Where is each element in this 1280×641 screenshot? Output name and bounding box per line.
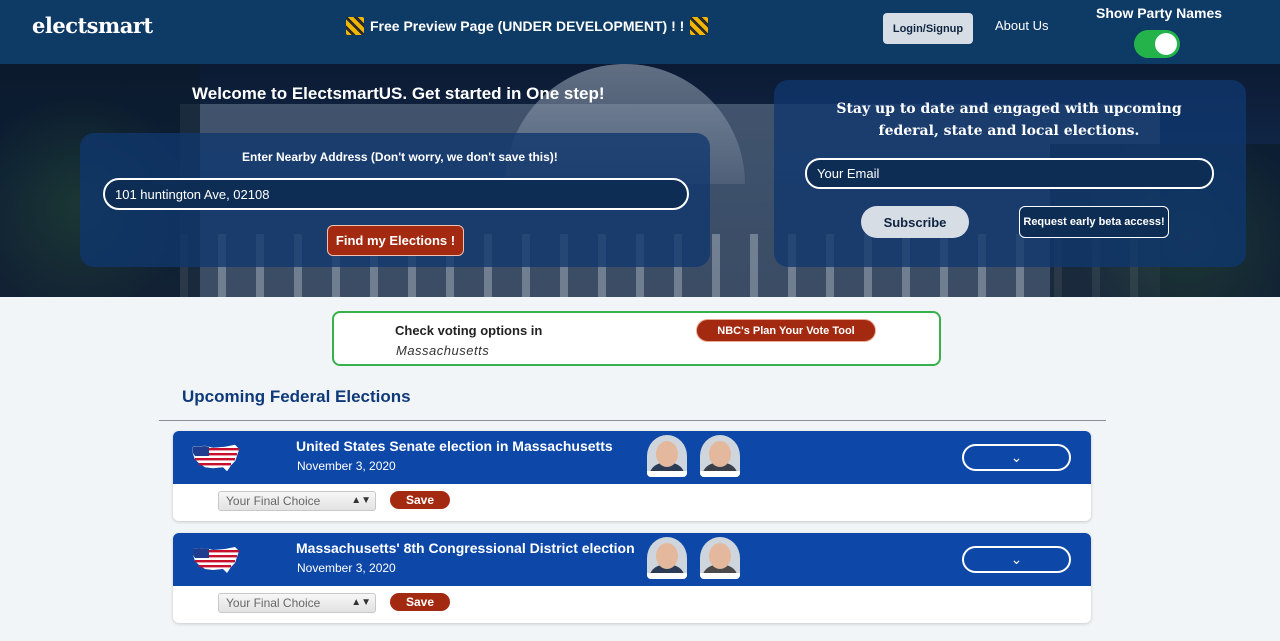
select-arrows-icon: ▲▼ (351, 597, 371, 608)
candidate-avatar[interactable] (700, 537, 740, 579)
avatar-face (656, 441, 678, 467)
save-choice-button[interactable]: Save (390, 593, 450, 611)
election-title: United States Senate election in Massach… (296, 438, 613, 454)
election-date: November 3, 2020 (297, 561, 396, 575)
candidate-avatar[interactable] (700, 435, 740, 477)
email-input[interactable] (805, 158, 1214, 189)
hazard-icon (346, 17, 364, 35)
voting-options-title: Check voting options in (395, 323, 543, 338)
login-signup-button[interactable]: Login/Signup (883, 13, 973, 44)
subscribe-text: Stay up to date and engaged with upcomin… (836, 101, 1182, 139)
preview-banner-text: Free Preview Page (UNDER DEVELOPMENT) ! … (370, 18, 685, 34)
us-map-flag-icon (193, 547, 239, 573)
save-choice-button[interactable]: Save (390, 491, 450, 509)
election-card-header[interactable]: Massachusetts' 8th Congressional Distric… (173, 533, 1091, 586)
subscribe-button[interactable]: Subscribe (861, 206, 969, 238)
select-arrows-icon: ▲▼ (351, 495, 371, 506)
request-beta-button[interactable]: Request early beta access! (1019, 206, 1169, 238)
show-party-names-toggle[interactable] (1134, 30, 1180, 58)
address-label: Enter Nearby Address (Don't worry, we do… (242, 150, 558, 164)
election-card: United States Senate election in Massach… (173, 431, 1091, 521)
final-choice-placeholder: Your Final Choice (226, 596, 321, 610)
election-date: November 3, 2020 (297, 459, 396, 473)
final-choice-placeholder: Your Final Choice (226, 494, 321, 508)
hazard-icon (690, 17, 709, 35)
avatar-base (700, 573, 740, 579)
expand-election-button[interactable]: ⌄ (962, 444, 1071, 471)
section-divider (159, 420, 1106, 421)
avatar-base (647, 471, 687, 477)
avatar-base (647, 573, 687, 579)
logo[interactable]: electsmart (32, 13, 153, 38)
preview-banner: Free Preview Page (UNDER DEVELOPMENT) ! … (346, 17, 709, 35)
section-title: Upcoming Federal Elections (182, 387, 411, 406)
find-elections-button[interactable]: Find my Elections ! (327, 225, 464, 256)
chevron-down-icon: ⌄ (1010, 551, 1023, 568)
election-card: Massachusetts' 8th Congressional Distric… (173, 533, 1091, 623)
avatar-face (656, 543, 678, 569)
candidate-avatar[interactable] (647, 537, 687, 579)
election-card-header[interactable]: United States Senate election in Massach… (173, 431, 1091, 484)
expand-election-button[interactable]: ⌄ (962, 546, 1071, 573)
show-party-names-label: Show Party Names (1096, 5, 1223, 21)
election-title: Massachusetts' 8th Congressional Distric… (296, 540, 635, 556)
nbc-plan-vote-button[interactable]: NBC's Plan Your Vote Tool (696, 319, 876, 342)
chevron-down-icon: ⌄ (1010, 449, 1023, 466)
voting-options-state: Massachusetts (396, 343, 490, 358)
avatar-face (709, 441, 731, 467)
welcome-heading: Welcome to ElectsmartUS. Get started in … (192, 84, 605, 103)
toggle-knob (1155, 33, 1177, 55)
candidate-avatar[interactable] (647, 435, 687, 477)
address-input[interactable] (103, 178, 689, 210)
final-choice-select[interactable]: Your Final Choice ▲▼ (218, 491, 376, 511)
about-us-link[interactable]: About Us (995, 18, 1048, 33)
avatar-face (709, 543, 731, 569)
us-map-flag-icon (192, 444, 240, 472)
avatar-base (700, 471, 740, 477)
final-choice-select[interactable]: Your Final Choice ▲▼ (218, 593, 376, 613)
